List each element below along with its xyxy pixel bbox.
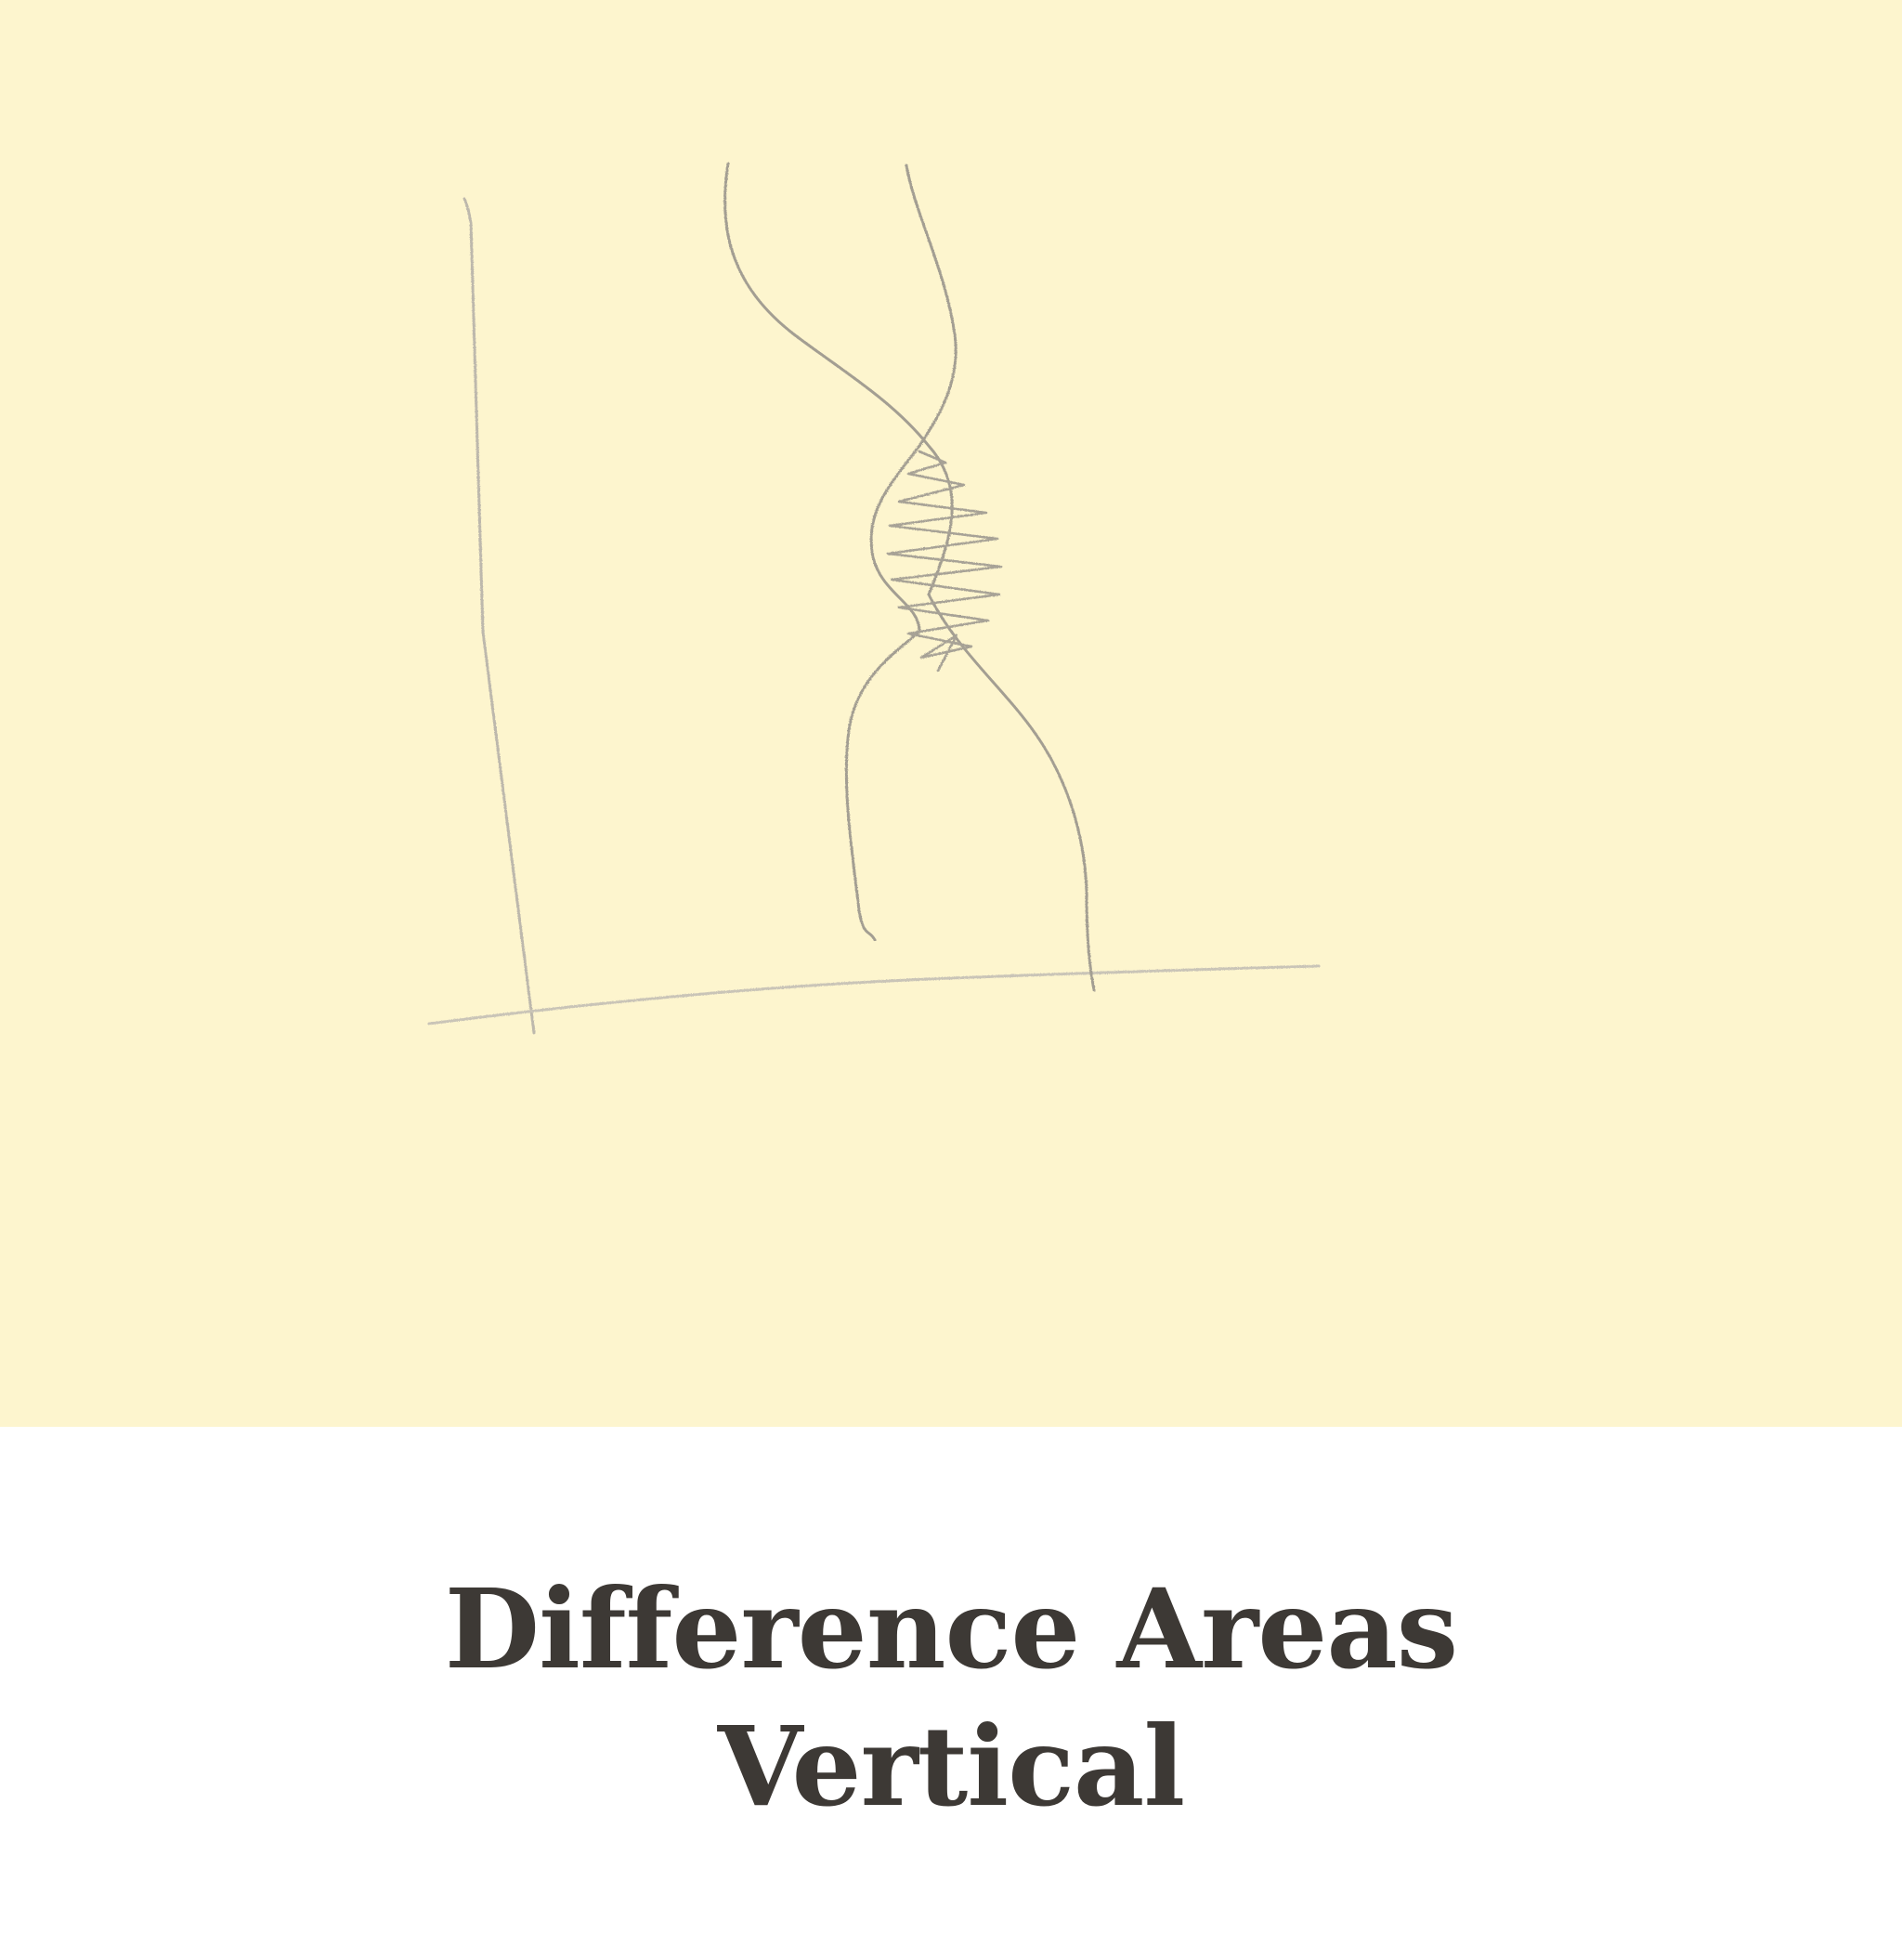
page: Difference Areas Vertical	[0, 0, 1902, 1960]
caption-line-1: Difference Areas	[444, 1564, 1458, 1693]
caption-line-2: Vertical	[717, 1702, 1185, 1831]
panel-background	[0, 0, 1902, 1427]
pencil-sketch	[0, 0, 1902, 1427]
sketch-panel	[0, 0, 1902, 1427]
caption: Difference Areas Vertical	[0, 1561, 1902, 1836]
